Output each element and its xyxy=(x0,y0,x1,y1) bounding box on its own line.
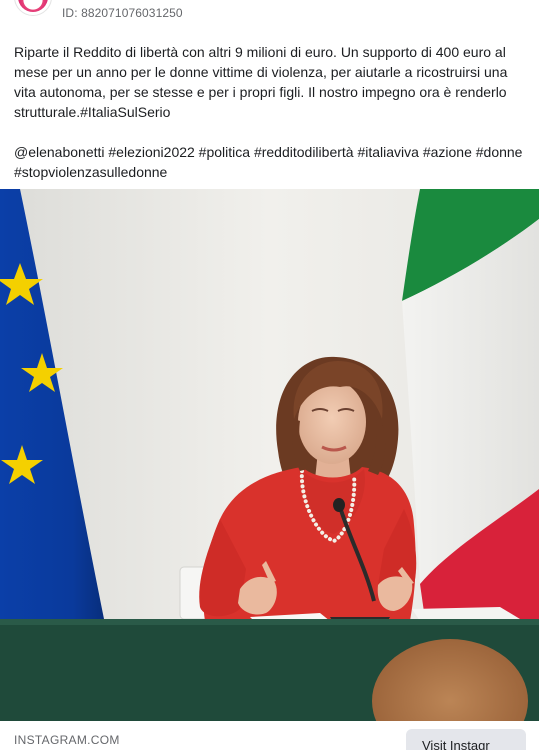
post-body: Riparte il Reddito di libertà con altri … xyxy=(14,42,524,182)
link-footer[interactable]: INSTAGRAM.COM Visit Instagr xyxy=(0,721,539,750)
ad-id-label: ID: 882071076031250 xyxy=(62,6,183,20)
post-hashtags[interactable]: @elenabonetti #elezioni2022 #politica #r… xyxy=(14,142,524,182)
visit-instagram-button[interactable]: Visit Instagr xyxy=(406,729,526,750)
speaker-photo-illustration xyxy=(0,189,539,721)
post-message: Riparte il Reddito di libertà con altri … xyxy=(14,44,508,120)
ad-header: ID: 882071076031250 xyxy=(0,0,539,30)
ad-photo[interactable] xyxy=(0,189,539,721)
page-avatar[interactable] xyxy=(14,0,52,16)
link-domain: INSTAGRAM.COM xyxy=(14,733,120,747)
